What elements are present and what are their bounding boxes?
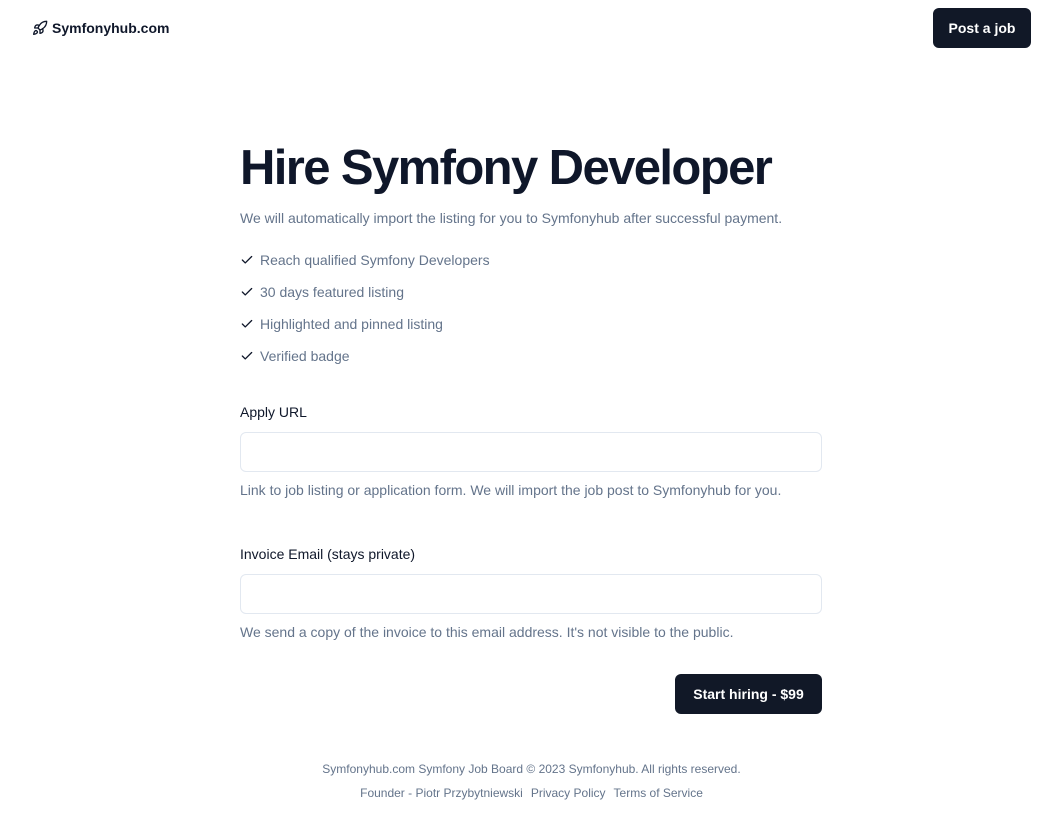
check-icon (240, 317, 254, 331)
feature-text: Reach qualified Symfony Developers (260, 252, 490, 268)
invoice-email-input[interactable] (240, 574, 822, 614)
founder-link[interactable]: Founder - Piotr Przybytniewski (360, 783, 523, 803)
check-icon (240, 349, 254, 363)
feature-item: Verified badge (240, 340, 824, 372)
post-job-button[interactable]: Post a job (933, 8, 1031, 48)
page-subtitle: We will automatically import the listing… (240, 210, 783, 226)
check-icon (240, 285, 254, 299)
page-title: Hire Symfony Developer (240, 141, 773, 195)
feature-list: Reach qualified Symfony Developers 30 da… (240, 244, 824, 372)
start-hiring-button[interactable]: Start hiring - $99 (675, 674, 822, 714)
feature-text: Highlighted and pinned listing (260, 316, 443, 332)
terms-of-service-link[interactable]: Terms of Service (614, 783, 703, 803)
feature-item: Reach qualified Symfony Developers (240, 244, 824, 276)
check-icon (240, 253, 254, 267)
apply-url-input[interactable] (240, 432, 822, 472)
logo-text: Symfonyhub.com (52, 20, 170, 36)
submit-row: Start hiring - $99 (240, 674, 822, 714)
footer-links: Founder - Piotr Przybytniewski Privacy P… (0, 783, 1063, 803)
invoice-email-help: We send a copy of the invoice to this em… (240, 624, 734, 640)
invoice-email-label: Invoice Email (stays private) (240, 546, 416, 562)
footer: Symfonyhub.com Symfony Job Board © 2023 … (0, 759, 1063, 803)
apply-url-label: Apply URL (240, 404, 307, 420)
feature-text: Verified badge (260, 348, 350, 364)
rocket-icon (32, 20, 48, 36)
apply-url-help: Link to job listing or application form.… (240, 482, 782, 498)
logo-link[interactable]: Symfonyhub.com (32, 18, 169, 38)
page: Symfonyhub.com Post a job Hire Symfony D… (0, 0, 1063, 829)
feature-text: 30 days featured listing (260, 284, 404, 300)
feature-item: Highlighted and pinned listing (240, 308, 824, 340)
feature-item: 30 days featured listing (240, 276, 824, 308)
privacy-policy-link[interactable]: Privacy Policy (531, 783, 606, 803)
footer-copyright: Symfonyhub.com Symfony Job Board © 2023 … (322, 762, 741, 776)
main-content: Hire Symfony Developer We will automatic… (240, 140, 824, 714)
